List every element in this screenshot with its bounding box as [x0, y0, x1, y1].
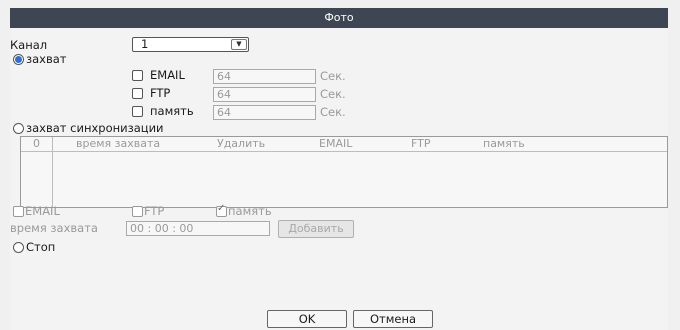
sync-capture-radio[interactable] [13, 123, 24, 134]
capture-memory-unit: Сек. [320, 105, 346, 119]
sync-ftp-checkbox[interactable] [132, 206, 143, 217]
sync-email-checkbox[interactable] [13, 206, 24, 217]
sync-time-input[interactable]: 00 : 00 : 00 [126, 221, 270, 236]
chevron-down-icon[interactable]: ▼ [231, 39, 247, 50]
capture-email-checkbox[interactable] [132, 70, 143, 81]
snapshot-dialog: Канал 1 ▼ захват EMAIL 64 Сек. FTP 64 Се… [10, 28, 668, 330]
channel-label: Канал [10, 38, 48, 52]
capture-ftp-checkbox[interactable] [132, 88, 143, 99]
sync-capture-label: захват синхронизации [26, 121, 164, 135]
table-header-index: 0 [33, 137, 40, 150]
table-header-memory: память [483, 137, 525, 150]
capture-ftp-unit: Сек. [320, 87, 346, 101]
dialog-title: Фото [10, 8, 668, 28]
table-header-delete: Удалить [217, 137, 266, 150]
channel-select[interactable]: 1 ▼ [132, 37, 249, 52]
table-header-capture-time: время захвата [76, 137, 161, 150]
cancel-button[interactable]: Отмена [353, 310, 433, 328]
stop-radio[interactable] [13, 242, 24, 253]
sync-memory-label: память [228, 204, 272, 218]
capture-radio[interactable] [13, 54, 24, 65]
table-header-email: EMAIL [319, 137, 353, 150]
sync-memory-checkbox[interactable] [216, 203, 227, 217]
capture-email-label: EMAIL [150, 68, 185, 82]
capture-ftp-interval-field[interactable]: 64 [213, 87, 316, 102]
capture-ftp-label: FTP [150, 86, 171, 100]
capture-email-unit: Сек. [320, 69, 346, 83]
sync-schedule-table[interactable]: 0 время захвата Удалить EMAIL FTP память [20, 136, 668, 208]
capture-memory-label: память [150, 104, 194, 118]
capture-memory-checkbox[interactable] [132, 106, 143, 117]
capture-memory-interval-field[interactable]: 64 [213, 105, 316, 120]
sync-ftp-label: FTP [144, 204, 165, 218]
capture-email-interval-field[interactable]: 64 [213, 69, 316, 84]
ok-button[interactable]: OK [267, 310, 347, 328]
add-button[interactable]: Добавить [278, 220, 354, 238]
capture-label: захват [26, 52, 67, 66]
table-column-divider [52, 137, 53, 207]
table-header-ftp: FTP [411, 137, 431, 150]
stop-label: Стоп [26, 240, 56, 254]
channel-value: 1 [141, 37, 149, 51]
sync-email-label: EMAIL [25, 204, 60, 218]
sync-time-label: время захвата [10, 221, 98, 235]
